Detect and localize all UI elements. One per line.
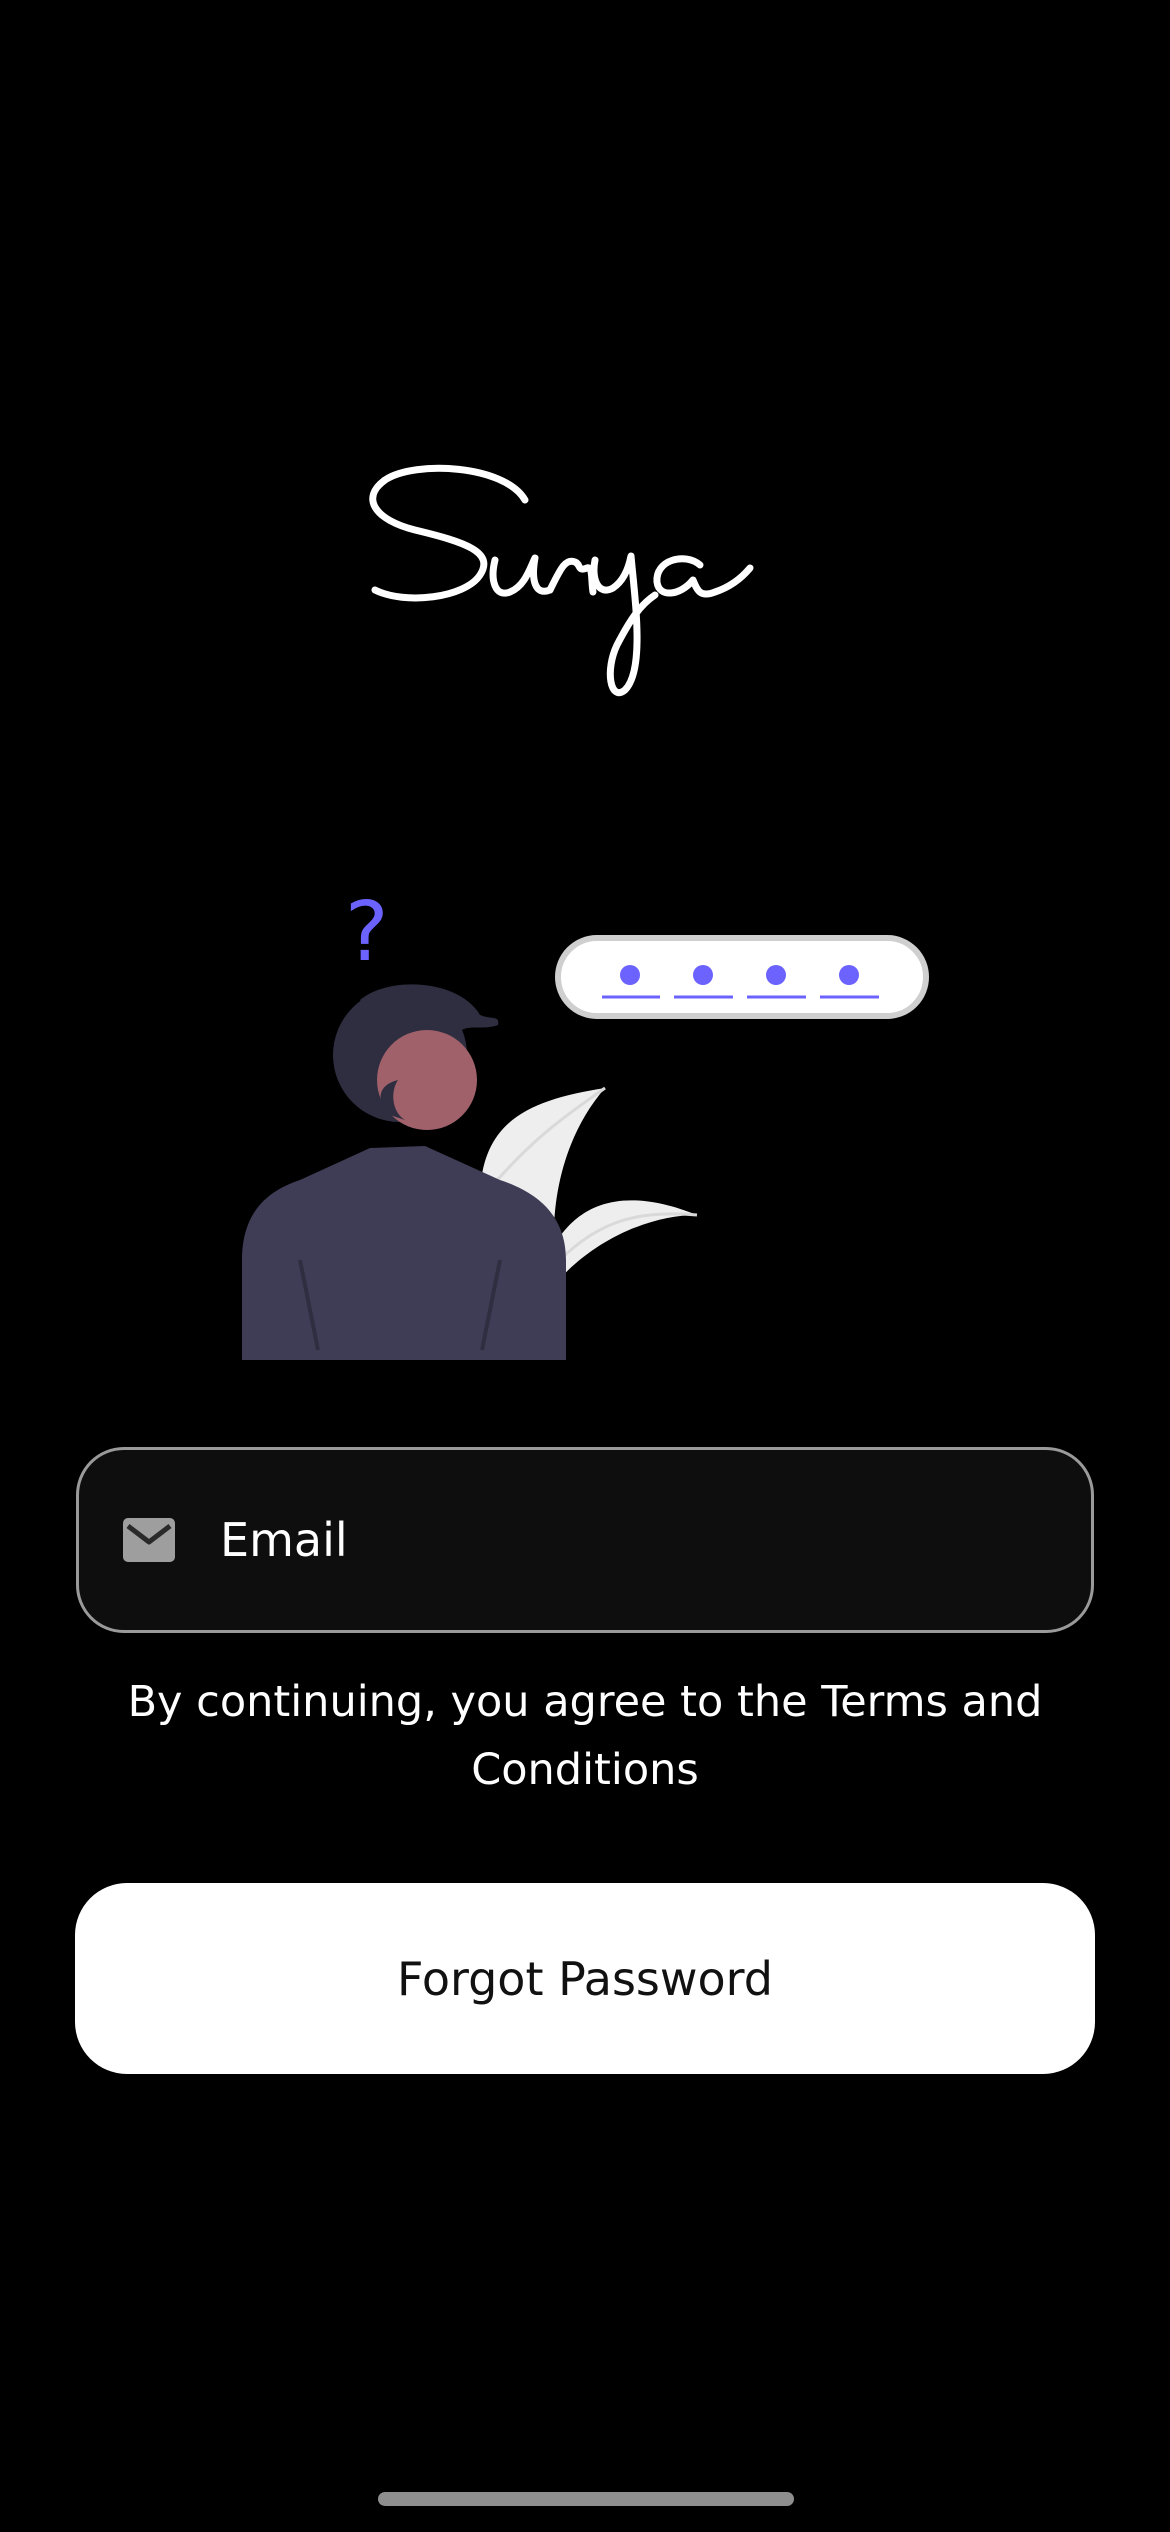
terms-text: By continuing, you agree to the Terms an… (127, 1677, 1043, 1795)
forgot-password-illustration: ? (242, 885, 929, 1360)
question-mark-icon: ? (345, 885, 389, 980)
forgot-password-button[interactable]: Forgot Password (75, 1883, 1095, 2074)
surya-logo (369, 464, 754, 696)
email-field[interactable] (76, 1447, 1094, 1633)
home-indicator[interactable] (378, 2492, 794, 2506)
mail-icon (123, 1518, 175, 1562)
email-input[interactable] (220, 1450, 1060, 1630)
pin-bubble-icon (555, 935, 929, 1019)
